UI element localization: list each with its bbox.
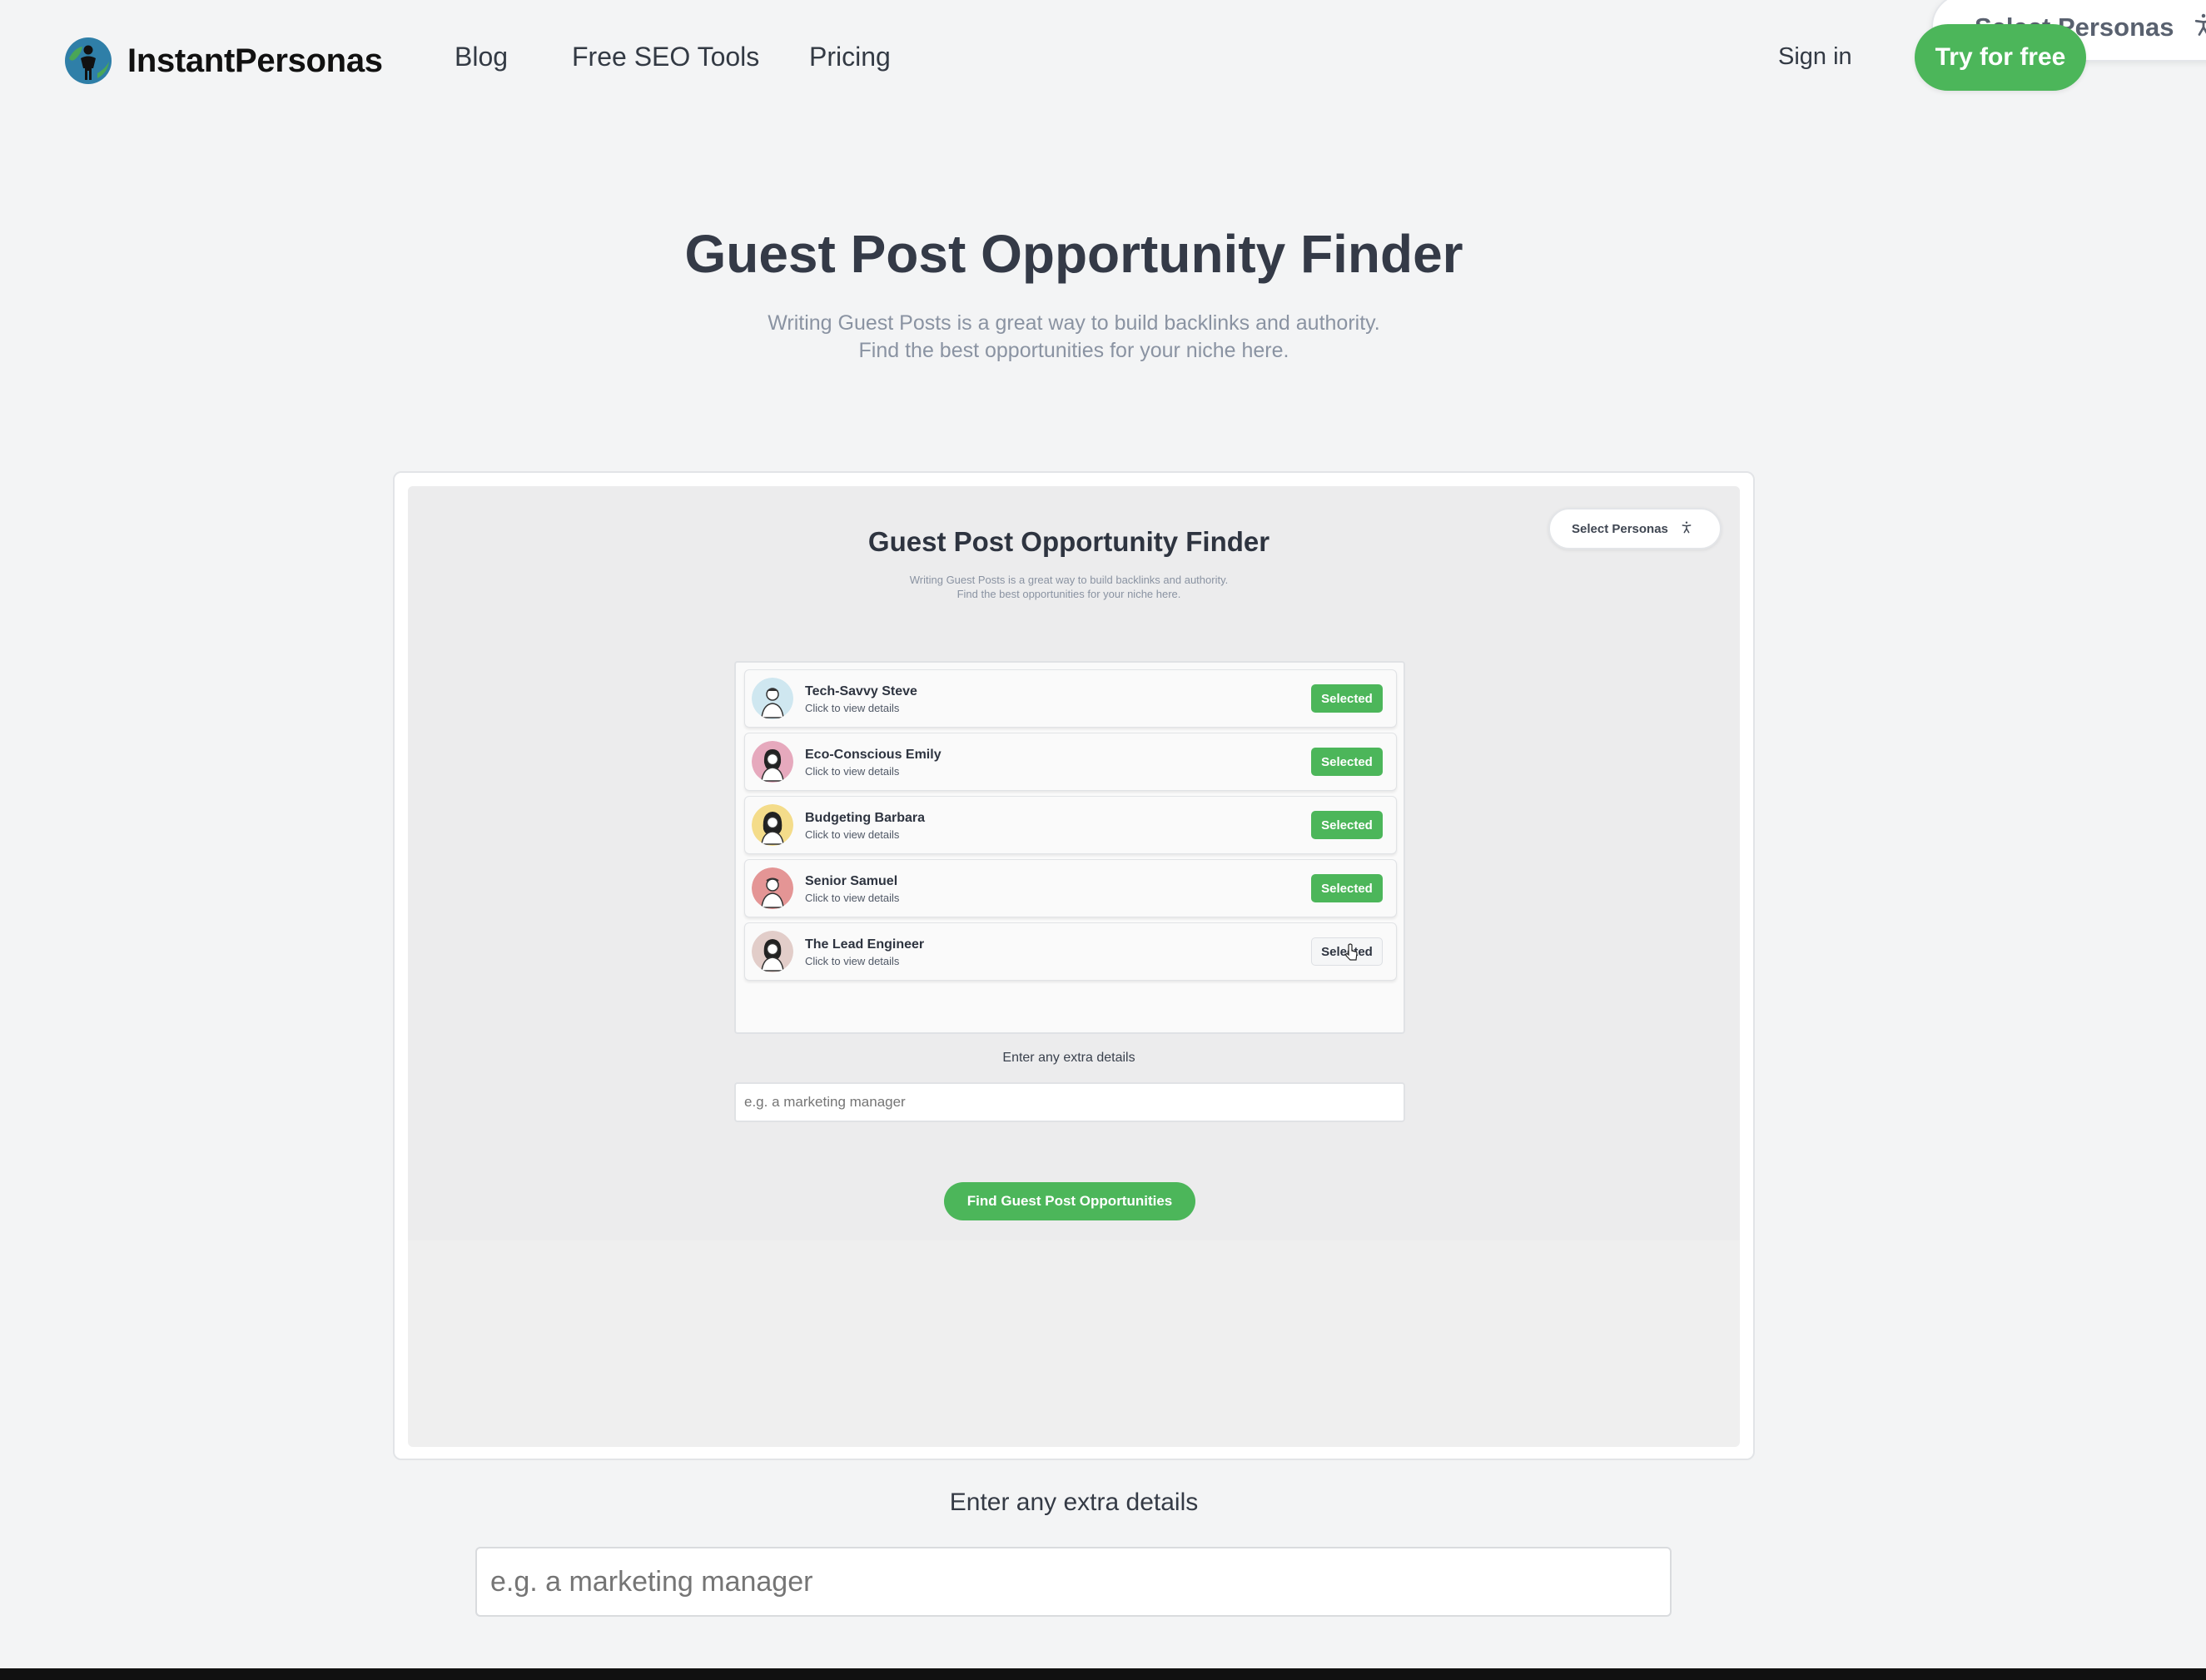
brand[interactable]: InstantPersonas — [64, 37, 383, 85]
preview-screenshot: Select Personas Guest Post Opportunity F… — [408, 486, 1740, 1447]
persona-selected-button[interactable]: Selected — [1311, 811, 1383, 839]
sign-in-link[interactable]: Sign in — [1778, 43, 1852, 71]
persona-name: Senior Samuel — [805, 874, 898, 888]
accessibility-person-icon — [2191, 12, 2206, 43]
preview-subtitle-line-1: Writing Guest Posts is a great way to bu… — [909, 574, 1229, 586]
page-subtitle: Writing Guest Posts is a great way to bu… — [0, 310, 2148, 365]
persona-name: The Lead Engineer — [805, 937, 925, 952]
persona-selected-button[interactable]: Selected — [1311, 748, 1383, 776]
preview-frame: Select Personas Guest Post Opportunity F… — [393, 471, 1755, 1460]
preview-extra-details-input[interactable] — [734, 1082, 1405, 1122]
persona-hint: Click to view details — [805, 892, 900, 904]
nav-free-seo-tools[interactable]: Free SEO Tools — [572, 42, 759, 72]
page-subtitle-line-1: Writing Guest Posts is a great way to bu… — [768, 311, 1380, 335]
find-guest-post-opportunities-button[interactable]: Find Guest Post Opportunities — [944, 1182, 1195, 1220]
preview-extra-details-label: Enter any extra details — [1002, 1051, 1135, 1065]
persona-selected-button[interactable]: Selected — [1311, 684, 1383, 713]
page-title: Guest Post Opportunity Finder — [684, 224, 1463, 284]
preview-subtitle: Writing Guest Posts is a great way to bu… — [408, 573, 1730, 601]
nav-blog[interactable]: Blog — [455, 42, 508, 72]
brand-logo-icon — [64, 37, 112, 85]
persona-name: Budgeting Barbara — [805, 811, 926, 825]
persona-avatar — [752, 867, 793, 909]
persona-hint: Click to view details — [805, 702, 900, 714]
extra-details-input[interactable] — [475, 1547, 1672, 1617]
brand-name: InstantPersonas — [127, 42, 383, 79]
persona-row[interactable]: The Lead Engineer Click to view details … — [744, 922, 1397, 981]
persona-avatar — [752, 804, 793, 846]
persona-avatar — [752, 931, 793, 972]
persona-list: Tech-Savvy Steve Click to view details S… — [734, 661, 1405, 1034]
persona-row[interactable]: Eco-Conscious Emily Click to view detail… — [744, 733, 1397, 791]
extra-details-label: Enter any extra details — [949, 1489, 1199, 1516]
persona-name: Tech-Savvy Steve — [805, 684, 917, 698]
footer-bar — [0, 1668, 2206, 1680]
persona-hint: Click to view details — [805, 828, 900, 841]
persona-hint: Click to view details — [805, 765, 900, 778]
persona-row[interactable]: Budgeting Barbara Click to view details … — [744, 796, 1397, 854]
persona-selected-button[interactable]: Selected — [1311, 874, 1383, 902]
persona-avatar — [752, 741, 793, 783]
preview-title: Guest Post Opportunity Finder — [867, 526, 1270, 557]
persona-hint: Click to view details — [805, 955, 900, 967]
mouse-cursor-icon — [1344, 943, 1359, 966]
persona-row[interactable]: Tech-Savvy Steve Click to view details S… — [744, 669, 1397, 728]
page-subtitle-line-2: Find the best opportunities for your nic… — [858, 339, 1289, 362]
persona-name: Eco-Conscious Emily — [805, 748, 942, 762]
preview-subtitle-line-2: Find the best opportunities for your nic… — [956, 588, 1181, 600]
try-for-free-button[interactable]: Try for free — [1915, 24, 2086, 91]
persona-row[interactable]: Senior Samuel Click to view details Sele… — [744, 859, 1397, 917]
persona-avatar — [752, 678, 793, 719]
nav-pricing[interactable]: Pricing — [809, 42, 891, 72]
